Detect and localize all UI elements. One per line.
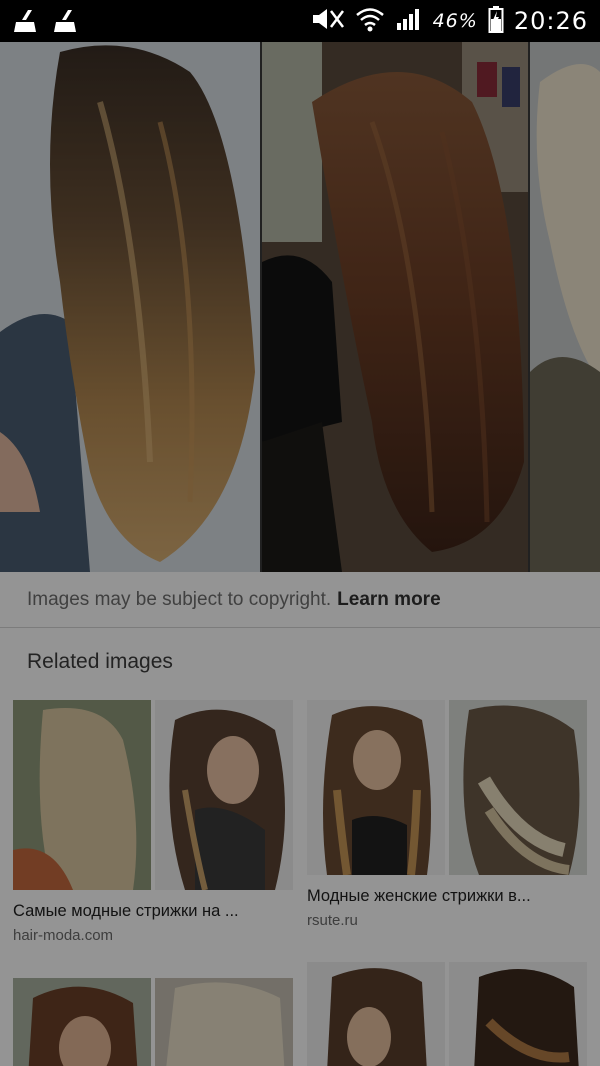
- hero-image-ombre-long-hair[interactable]: [0, 42, 260, 572]
- signal-icon: [395, 7, 423, 36]
- broom-icon: [12, 8, 40, 39]
- hero-image-blonde-hair-partial[interactable]: [530, 42, 600, 572]
- related-card-thumbnails[interactable]: [307, 962, 587, 1066]
- hero-image-strip[interactable]: [0, 42, 600, 572]
- learn-more-link[interactable]: Learn more: [337, 589, 440, 611]
- related-card-thumbnails[interactable]: [13, 700, 293, 891]
- related-images-heading: Related images: [27, 650, 173, 673]
- related-thumbnail[interactable]: [449, 700, 587, 875]
- related-thumbnail[interactable]: [449, 962, 587, 1066]
- related-card[interactable]: [307, 962, 587, 1066]
- related-thumbnail[interactable]: [13, 978, 151, 1066]
- related-card[interactable]: Модные женские стрижки в... rsute.ru: [307, 700, 587, 929]
- related-card-source: rsute.ru: [307, 912, 358, 929]
- battery-percent: 46%: [432, 10, 478, 32]
- clock: 20:26: [513, 7, 588, 35]
- related-thumbnail[interactable]: [13, 700, 151, 890]
- related-card[interactable]: Самые модные стрижки на ... hair-moda.co…: [13, 700, 293, 944]
- broom-icon: [52, 8, 80, 39]
- related-card-title[interactable]: Модные женские стрижки в...: [307, 887, 587, 906]
- related-card[interactable]: [13, 978, 293, 1066]
- related-card-thumbnails[interactable]: [307, 700, 587, 876]
- related-thumbnail[interactable]: [155, 700, 293, 891]
- copyright-notice: Images may be subject to copyright. Lear…: [0, 572, 600, 628]
- image-viewer-page: Images may be subject to copyright. Lear…: [0, 42, 600, 1066]
- related-thumbnail[interactable]: [155, 978, 293, 1066]
- related-card-title[interactable]: Самые модные стрижки на ...: [13, 902, 293, 921]
- wifi-icon: [355, 6, 385, 37]
- battery-icon: [488, 5, 504, 38]
- related-thumbnail[interactable]: [307, 962, 445, 1066]
- copyright-text: Images may be subject to copyright.: [27, 588, 332, 610]
- hero-image-brown-layered-hair[interactable]: [262, 42, 528, 572]
- related-card-thumbnails[interactable]: [13, 978, 293, 1066]
- mute-icon: [311, 7, 345, 36]
- related-card-source: hair-moda.com: [13, 927, 114, 944]
- related-thumbnail[interactable]: [307, 700, 445, 876]
- status-bar: 46% 20:26: [0, 0, 600, 42]
